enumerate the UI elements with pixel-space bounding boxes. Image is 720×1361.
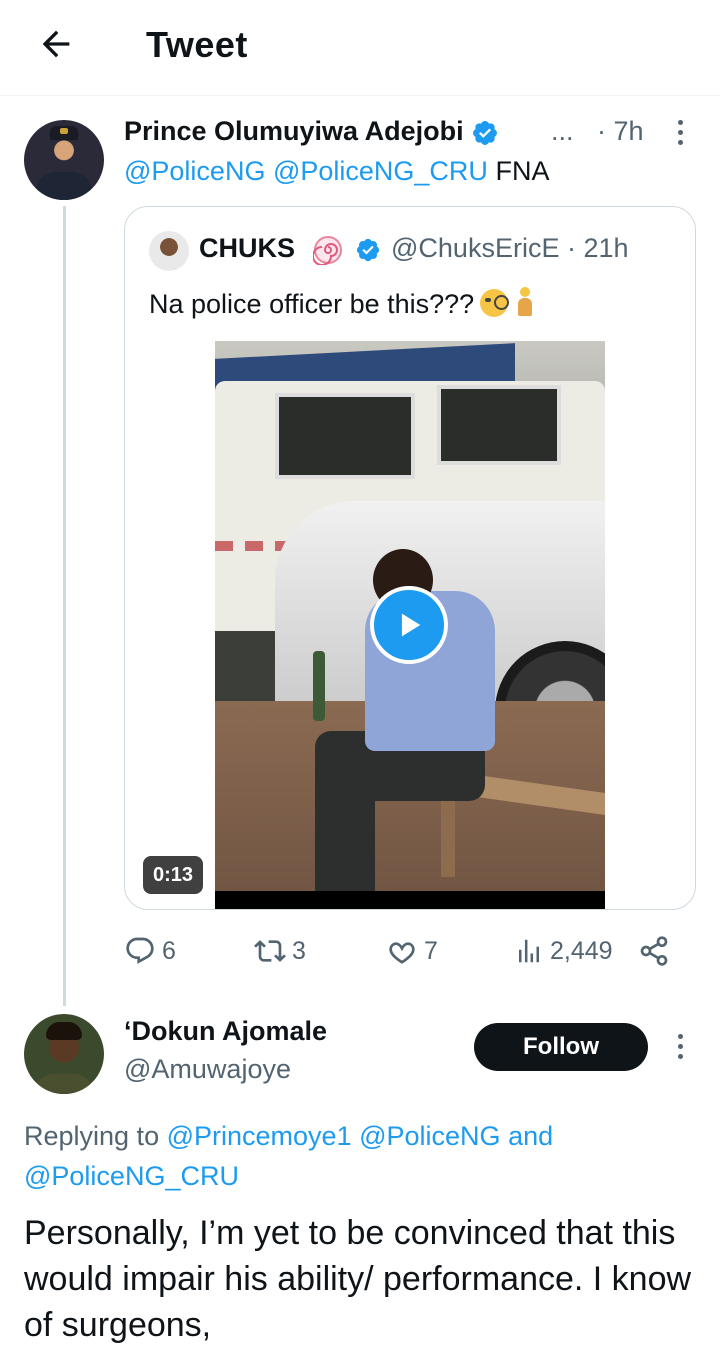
quoted-avatar [149,231,189,271]
timestamp[interactable]: · 7h [597,116,644,147]
retweet-button[interactable]: 3 [254,928,306,974]
video-duration-badge: 0:13 [143,856,204,894]
views-count: 2,449 [550,936,613,965]
more-vertical-icon[interactable] [670,1026,690,1066]
follow-button[interactable]: Follow [474,1023,648,1071]
author-name-text: Prince Olumuyiwa Adejobi [124,116,464,146]
retweet-icon [254,940,286,962]
mention-link[interactable]: @Princemoye1 [167,1121,352,1151]
thread-connector-line [63,206,66,1006]
mention-link[interactable]: @PoliceNG [359,1121,500,1151]
mention-link[interactable]: @PoliceNG_CRU [273,156,488,186]
quoted-author-name: CHUKS [199,233,296,263]
avatar[interactable] [24,120,104,200]
play-button[interactable] [370,586,448,664]
back-button[interactable] [34,22,78,66]
author-name[interactable]: Prince Olumuyiwa Adejobi [124,116,499,147]
tweet-action-bar: 6 3 7 2,449 [124,928,684,974]
author-name[interactable]: ‘Dokun Ajomale [124,1016,327,1047]
top-app-bar: Tweet [0,0,720,96]
like-button[interactable]: 7 [386,928,438,974]
like-icon [389,942,415,964]
author-handle[interactable]: @Amuwajoye [124,1054,291,1085]
spiral-emoji-icon [313,236,342,265]
share-button[interactable] [638,928,670,974]
mention-link[interactable]: @PoliceNG [124,156,265,186]
verified-badge-icon [473,120,498,145]
retweet-count: 3 [292,936,306,965]
replying-and: and [508,1121,554,1151]
tweet-text-body: FNA [495,156,550,186]
video-thumbnail[interactable] [215,341,605,909]
views-icon [519,939,539,963]
quoted-handle-time: @ChuksEricE · 21h [391,233,629,263]
like-count: 7 [424,936,438,965]
face-with-monocle-emoji [480,289,510,317]
name-overflow-ellipsis: ... [551,116,574,146]
kneeling-person-emoji [514,287,536,317]
replying-prefix: Replying to [24,1121,160,1151]
quoted-text-body: Na police officer be this??? [149,289,475,319]
tweet-text: @PoliceNG @PoliceNG_CRU FNA [124,156,549,187]
replying-to-line: Replying to @Princemoye1 @PoliceNG and @… [24,1116,684,1196]
mention-link[interactable]: @PoliceNG_CRU [24,1161,239,1191]
avatar[interactable] [24,1014,104,1094]
reply-count: 6 [162,936,176,965]
page-title: Tweet [146,24,248,65]
quoted-tweet-text: Na police officer be this??? [149,287,536,320]
views-button[interactable]: 2,449 [514,928,613,974]
quoted-tweet-card[interactable]: CHUKS @ChuksEricE · 21h Na police office… [124,206,696,910]
play-icon [401,613,421,637]
more-vertical-icon[interactable] [670,112,690,152]
reply-button[interactable]: 6 [124,928,176,974]
share-icon [640,936,668,966]
reply-icon [126,937,154,964]
verified-badge-icon [356,238,380,262]
back-arrow-icon [42,30,70,58]
tweet-text: Personally, I’m yet to be convinced that… [24,1214,692,1344]
